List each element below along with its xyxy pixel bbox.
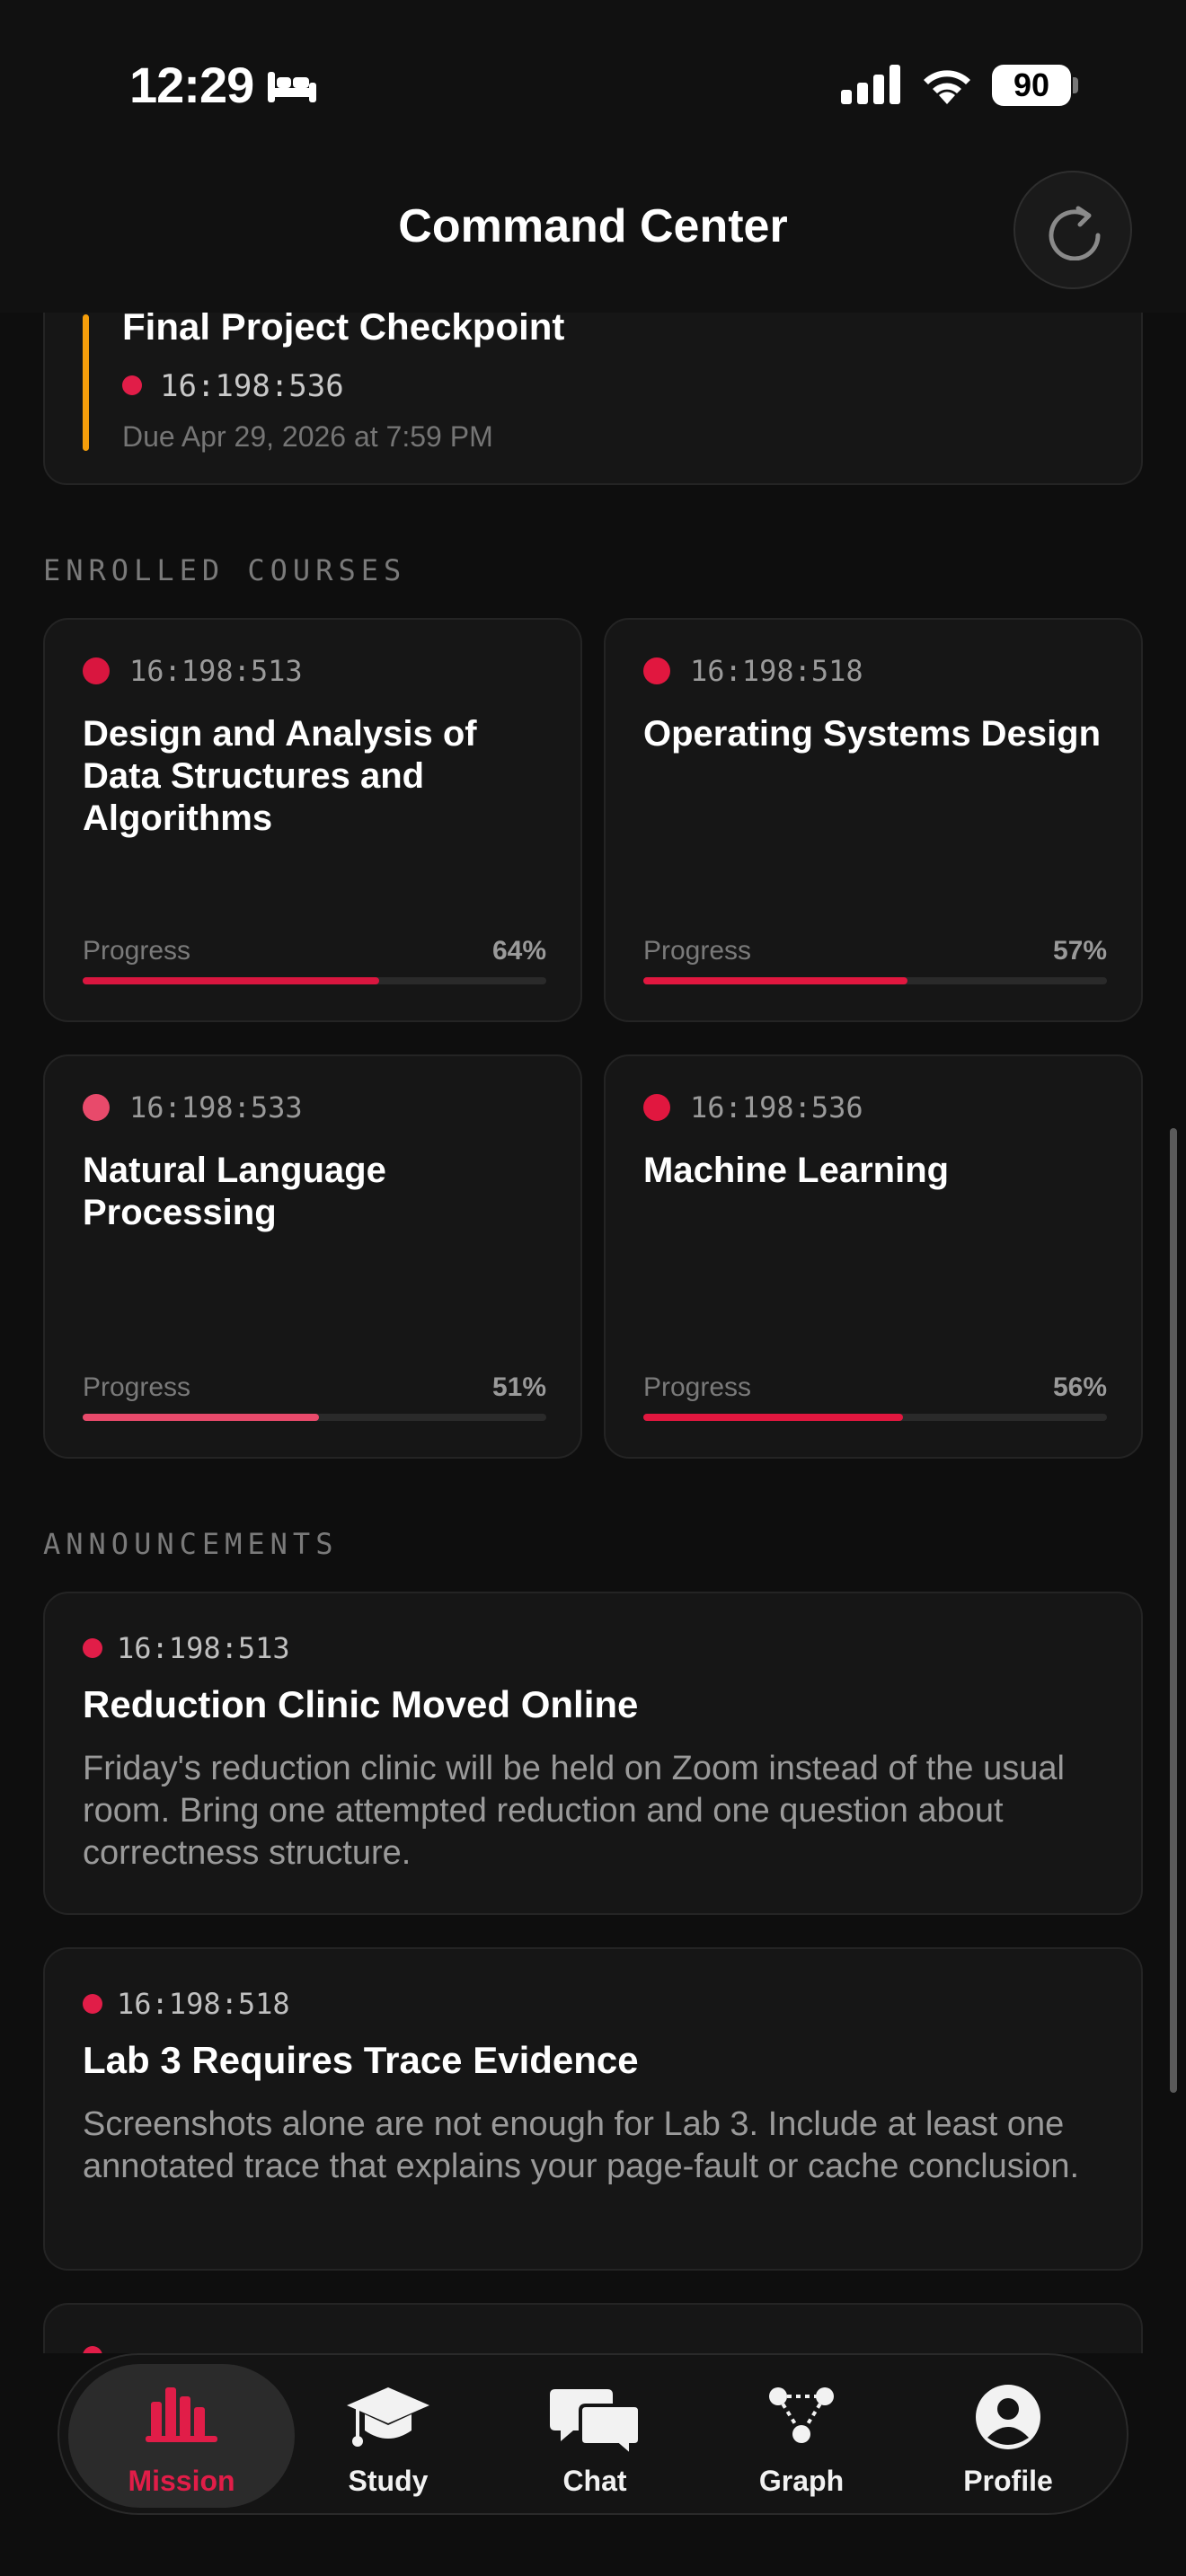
refresh-icon	[1049, 206, 1101, 260]
profile-icon	[976, 2385, 1040, 2449]
bed-icon	[268, 72, 316, 102]
course-color-dot	[83, 1094, 110, 1121]
refresh-button[interactable]	[1013, 171, 1132, 289]
deadline-card[interactable]: Final Project Checkpoint 16:198:536 Due …	[43, 313, 1143, 485]
course-color-dot	[122, 375, 142, 395]
tab-chat[interactable]: Chat	[482, 2364, 708, 2508]
tab-mission[interactable]: Mission	[68, 2364, 295, 2508]
progress-bar	[83, 1414, 546, 1421]
progress-fill	[643, 977, 908, 984]
progress-bar	[83, 977, 546, 984]
progress-label: Progress	[643, 1372, 752, 1402]
announcement-body: Friday's reduction clinic will be held o…	[83, 1750, 1065, 1872]
course-card[interactable]: 16:198:533 Natural Language Processing P…	[43, 1054, 582, 1459]
progress-value: 57%	[1052, 936, 1107, 966]
course-title: Operating Systems Design	[643, 714, 1102, 754]
announcement-course-code: 16:198:513	[117, 1631, 290, 1665]
course-title: Natural Language Processing	[83, 1151, 386, 1232]
header: Command Center	[0, 171, 1186, 313]
course-card[interactable]: 16:198:513 Design and Analysis of Data S…	[43, 618, 582, 1022]
progress-fill	[643, 1414, 903, 1421]
bar-chart-icon	[146, 2387, 217, 2442]
page-title: Command Center	[398, 200, 788, 252]
graduation-cap-icon	[347, 2387, 429, 2447]
deadline-title: Final Project Checkpoint	[122, 313, 565, 348]
cellular-signal-icon	[841, 65, 900, 104]
announcement-body: Screenshots alone are not enough for Lab…	[83, 2105, 1080, 2185]
course-code: 16:198:536	[690, 1090, 863, 1125]
progress-value: 51%	[491, 1372, 546, 1402]
course-color-dot	[643, 657, 670, 684]
course-card[interactable]: 16:198:536 Machine Learning Progress 56%	[604, 1054, 1143, 1459]
progress-fill	[83, 1414, 320, 1421]
status-bar: 12:29 90	[0, 0, 1186, 171]
announcements-heading: ANNOUNCEMENTS	[43, 1527, 339, 1561]
course-title: Machine Learning	[643, 1151, 950, 1190]
deadline-course-code: 16:198:536	[160, 368, 344, 404]
course-color-dot	[83, 1638, 102, 1658]
announcement-course-code: 16:198:518	[117, 1987, 290, 2021]
tab-study[interactable]: Study	[275, 2364, 501, 2508]
announcement-title: Reduction Clinic Moved Online	[83, 1683, 639, 1725]
tab-label: Study	[348, 2465, 429, 2497]
announcement-card[interactable]: 16:198:518 Lab 3 Requires Trace Evidence…	[43, 1947, 1143, 2271]
tab-graph[interactable]: Graph	[688, 2364, 915, 2508]
scroll-content[interactable]: Final Project Checkpoint 16:198:536 Due …	[0, 313, 1186, 2353]
progress-fill	[83, 977, 380, 984]
progress-bar	[643, 1414, 1107, 1421]
scrollbar-thumb[interactable]	[1170, 1128, 1177, 2093]
course-card[interactable]: 16:198:518 Operating Systems Design Prog…	[604, 618, 1143, 1022]
announcement-card-partial[interactable]	[43, 2303, 1143, 2353]
course-code: 16:198:513	[129, 654, 303, 688]
progress-label: Progress	[643, 936, 752, 966]
progress-label: Progress	[83, 936, 191, 966]
tab-label: Chat	[562, 2465, 627, 2497]
course-color-dot	[643, 1094, 670, 1121]
course-code: 16:198:533	[129, 1090, 303, 1125]
tab-profile[interactable]: Profile	[895, 2364, 1121, 2508]
graph-nodes-icon	[769, 2387, 834, 2443]
course-title: Design and Analysis of Data Structures a…	[83, 714, 477, 838]
announcement-card[interactable]: 16:198:513 Reduction Clinic Moved Online…	[43, 1592, 1143, 1915]
announcement-title: Lab 3 Requires Trace Evidence	[83, 2039, 639, 2081]
battery-tip	[1073, 77, 1078, 93]
tab-label: Mission	[128, 2465, 235, 2497]
course-code: 16:198:518	[690, 654, 863, 688]
progress-bar	[643, 977, 1107, 984]
battery-indicator: 90	[992, 65, 1071, 106]
deadline-due-date: Due Apr 29, 2026 at 7:59 PM	[122, 420, 493, 453]
deadline-accent-bar	[83, 314, 89, 451]
course-color-dot	[83, 2346, 102, 2353]
course-color-dot	[83, 657, 110, 684]
course-color-dot	[83, 1994, 102, 2014]
chat-bubbles-icon	[550, 2389, 642, 2460]
progress-label: Progress	[83, 1372, 191, 1402]
wifi-icon	[924, 70, 970, 104]
tab-label: Profile	[963, 2465, 1053, 2497]
progress-value: 56%	[1052, 1372, 1107, 1402]
progress-value: 64%	[491, 936, 546, 966]
tab-bar: Mission Study Chat Graph Profile	[58, 2353, 1128, 2515]
status-time: 12:29	[129, 57, 254, 113]
tab-label: Graph	[758, 2465, 845, 2497]
enrolled-courses-heading: ENROLLED COURSES	[43, 553, 407, 587]
